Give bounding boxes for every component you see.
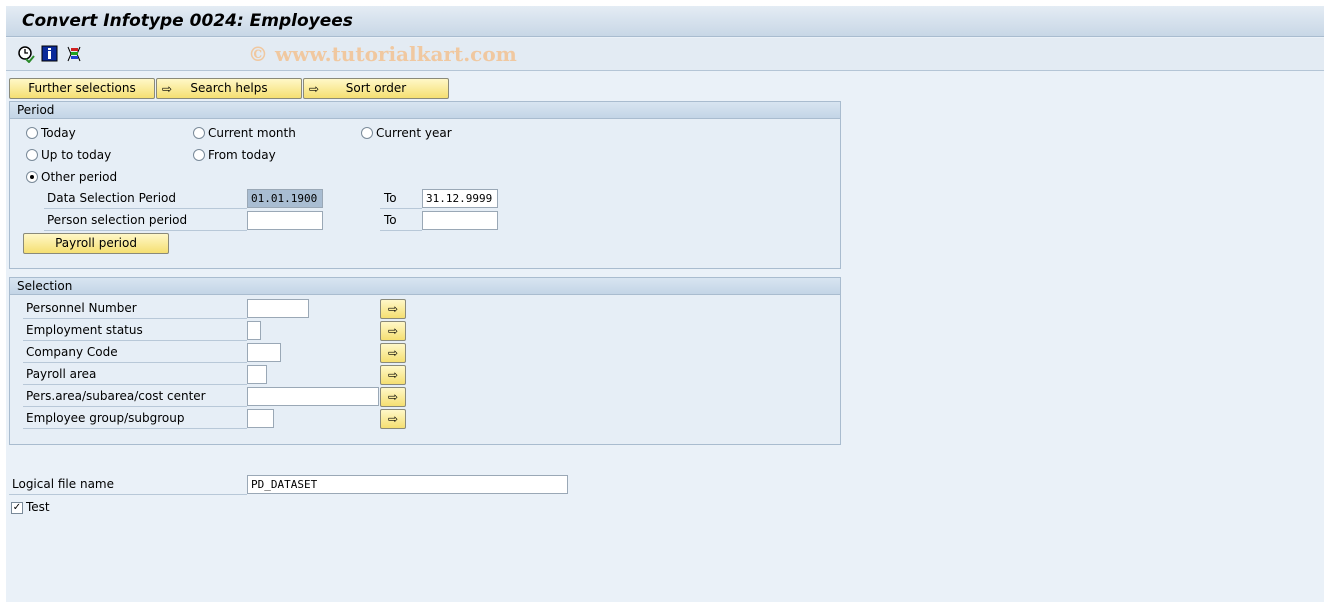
- radio-label: Current month: [208, 126, 296, 140]
- pers-area-label: Pers.area/subarea/cost center: [23, 387, 247, 407]
- test-checkbox[interactable]: ✓: [11, 502, 23, 514]
- pers-area-multiple-selection-button[interactable]: ⇨: [380, 387, 406, 407]
- to-label: To: [380, 211, 422, 231]
- payroll-area-multiple-selection-button[interactable]: ⇨: [380, 365, 406, 385]
- employee-group-label: Employee group/subgroup: [23, 409, 247, 429]
- arrow-right-icon: ⇨: [387, 368, 399, 382]
- employee-group-multiple-selection-button[interactable]: ⇨: [380, 409, 406, 429]
- to-label: To: [380, 189, 422, 209]
- sort-order-button[interactable]: ⇨ Sort order: [303, 78, 449, 99]
- personnel-number-input[interactable]: [247, 299, 309, 318]
- personnel-number-multiple-selection-button[interactable]: ⇨: [380, 299, 406, 319]
- personnel-number-label: Personnel Number: [23, 299, 247, 319]
- further-selections-button[interactable]: Further selections: [9, 78, 155, 99]
- radio-up-to-today[interactable]: Up to today: [26, 148, 111, 162]
- variant-icon[interactable]: [65, 45, 83, 63]
- button-label: Payroll period: [55, 236, 137, 250]
- search-helps-button[interactable]: ⇨ Search helps: [156, 78, 302, 99]
- arrow-right-icon: ⇨: [387, 324, 399, 338]
- radio-circle[interactable]: [26, 127, 38, 139]
- payroll-area-label: Payroll area: [23, 365, 247, 385]
- arrow-right-icon: ⇨: [309, 82, 320, 96]
- company-code-input[interactable]: [247, 343, 281, 362]
- company-code-multiple-selection-button[interactable]: ⇨: [380, 343, 406, 363]
- radio-current-month[interactable]: Current month: [193, 126, 296, 140]
- radio-label: Up to today: [41, 148, 112, 162]
- title-bar: Convert Infotype 0024: Employees: [6, 6, 1324, 37]
- arrow-right-icon: ⇨: [387, 390, 399, 404]
- employment-status-label: Employment status: [23, 321, 247, 341]
- button-label: Sort order: [345, 81, 407, 95]
- arrow-right-icon: ⇨: [387, 346, 399, 360]
- radio-label: Other period: [41, 170, 118, 184]
- person-selection-period-label: Person selection period: [44, 211, 247, 231]
- employment-status-multiple-selection-button[interactable]: ⇨: [380, 321, 406, 341]
- payroll-period-button[interactable]: Payroll period: [23, 233, 169, 254]
- data-selection-to-input[interactable]: 31.12.9999: [422, 189, 498, 208]
- radio-today[interactable]: Today: [26, 126, 76, 140]
- radio-other-period[interactable]: Other period: [26, 170, 117, 184]
- radio-label: From today: [208, 148, 276, 162]
- radio-circle[interactable]: [26, 149, 38, 161]
- employment-status-input[interactable]: [247, 321, 261, 340]
- radio-circle[interactable]: [361, 127, 373, 139]
- radio-circle[interactable]: [193, 127, 205, 139]
- group-title: Period: [10, 102, 840, 119]
- radio-circle[interactable]: [193, 149, 205, 161]
- radio-circle[interactable]: [26, 171, 38, 183]
- employee-group-input[interactable]: [247, 409, 274, 428]
- payroll-area-input[interactable]: [247, 365, 267, 384]
- arrow-right-icon: ⇨: [387, 412, 399, 426]
- sap-window: Convert Infotype 0024: Employees © www.t…: [6, 6, 1324, 602]
- data-selection-from-input[interactable]: 01.01.1900: [247, 189, 323, 208]
- page-title: Convert Infotype 0024: Employees: [22, 11, 353, 31]
- group-title: Selection: [10, 278, 840, 295]
- button-label: Further selections: [28, 81, 136, 95]
- application-toolbar: © www.tutorialkart.com: [6, 38, 1324, 71]
- arrow-right-icon: ⇨: [162, 82, 173, 96]
- person-selection-to-input[interactable]: [422, 211, 498, 230]
- radio-label: Current year: [376, 126, 452, 140]
- button-label: Search helps: [190, 81, 268, 95]
- radio-from-today[interactable]: From today: [193, 148, 276, 162]
- arrow-right-icon: ⇨: [387, 302, 399, 316]
- logical-file-name-input[interactable]: PD_DATASET: [247, 475, 568, 494]
- radio-current-year[interactable]: Current year: [361, 126, 452, 140]
- pers-area-input[interactable]: [247, 387, 379, 406]
- watermark: © www.tutorialkart.com: [248, 42, 517, 66]
- logical-file-name-label: Logical file name: [9, 475, 247, 495]
- execute-clock-icon[interactable]: [17, 45, 35, 63]
- radio-label: Today: [41, 126, 76, 140]
- person-selection-from-input[interactable]: [247, 211, 323, 230]
- info-icon[interactable]: [41, 45, 59, 63]
- data-selection-period-label: Data Selection Period: [44, 189, 247, 209]
- test-label: Test: [26, 500, 50, 514]
- company-code-label: Company Code: [23, 343, 247, 363]
